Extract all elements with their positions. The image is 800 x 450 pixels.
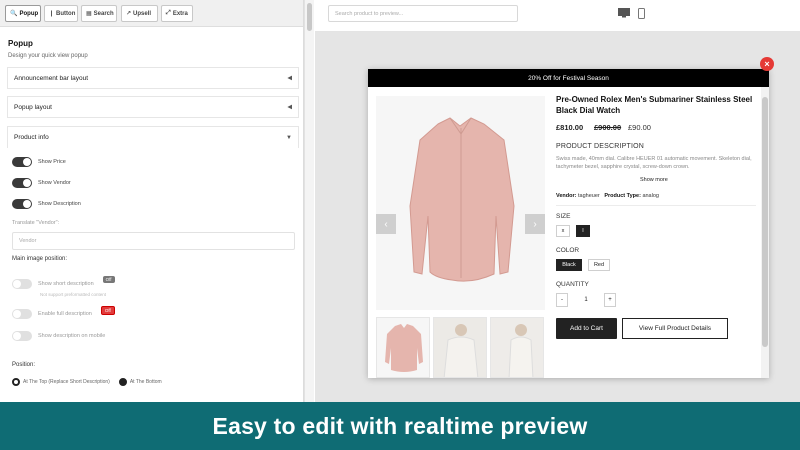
settings-panel: 🔍 Popup ❙ Button ▦ Search ↗ Upsell ⤢ Ext…: [0, 0, 304, 402]
chevron-left-icon: ‹: [384, 218, 388, 230]
accordion-product-info[interactable]: Product info ▼: [7, 126, 299, 148]
position-bottom-radio[interactable]: [118, 378, 127, 386]
promo-banner: Easy to edit with realtime preview: [0, 402, 800, 450]
toggle-short-description[interactable]: [12, 279, 32, 289]
toggle-show-price[interactable]: [12, 157, 32, 167]
color-label: COLOR: [556, 247, 580, 254]
product-title: Pre-Owned Rolex Men's Submariner Stainle…: [556, 95, 753, 115]
tab-search[interactable]: ▦ Search: [81, 5, 117, 22]
prev-image-button[interactable]: ‹: [376, 214, 396, 234]
search-input[interactable]: Search product to preview...: [328, 5, 518, 22]
product-save-amount: £90.00: [628, 123, 651, 132]
short-description-badge: Off: [102, 275, 115, 283]
translate-vendor-input[interactable]: Vendor: [12, 232, 295, 250]
popup-scrollbar[interactable]: [761, 87, 769, 378]
position-options: At The Top (Replace Short Description) A…: [12, 378, 162, 386]
short-description-note: Not support preformatted content: [40, 292, 107, 297]
mobile-icon[interactable]: [638, 8, 645, 19]
vendor-info: Vendor: tagheuer Product Type: analog: [556, 193, 659, 199]
next-image-button[interactable]: ›: [525, 214, 545, 234]
chevron-right-icon: ›: [533, 218, 537, 230]
product-main-image: ‹ ›: [376, 96, 545, 310]
toggle-show-vendor[interactable]: [12, 178, 32, 188]
section-subtitle: Design your quick view popup: [8, 53, 88, 59]
tabs-bar: 🔍 Popup ❙ Button ▦ Search ↗ Upsell ⤢ Ext…: [0, 0, 303, 27]
thumbnail-3[interactable]: [490, 317, 544, 378]
preview-toolbar: Search product to preview...: [315, 0, 800, 32]
description-text: Swiss made, 40mm dial. Calibre HEUER 01 …: [556, 156, 752, 170]
shirt-image: [376, 96, 545, 310]
mobile-description-row: Show description on mobile: [12, 331, 105, 341]
size-option-l[interactable]: l: [576, 225, 590, 237]
position-top-radio[interactable]: [12, 378, 20, 386]
chevron-left-icon: ◀: [287, 104, 292, 111]
quantity-label: QUANTITY: [556, 281, 589, 288]
accordion-popup-layout[interactable]: Popup layout ◀: [7, 96, 299, 118]
toggle-show-price-row: Show Price: [12, 157, 66, 167]
position-label: Position:: [12, 362, 36, 368]
announcement-bar: 20% Off for Festival Season: [368, 69, 769, 87]
show-more-link[interactable]: Show more: [640, 177, 668, 183]
add-to-cart-button[interactable]: Add to Cart: [556, 318, 617, 339]
section-title: Popup: [8, 39, 33, 48]
toggle-show-description-row: Show Description: [12, 199, 81, 209]
view-full-details-button[interactable]: View Full Product Details: [622, 318, 728, 339]
chevron-down-icon: ▼: [286, 134, 292, 141]
full-description-badge: Off: [100, 305, 115, 315]
desktop-icon[interactable]: [618, 8, 630, 18]
search-icon: 🔍: [10, 11, 18, 17]
quantity-plus-button[interactable]: +: [604, 293, 616, 307]
divider: [556, 205, 756, 206]
quick-view-popup: 20% Off for Festival Season ‹ › Pre-Owne…: [368, 69, 769, 378]
full-description-row: Enable full description Off: [12, 305, 115, 319]
banner-text: Easy to edit with realtime preview: [212, 412, 588, 439]
tab-popup[interactable]: 🔍 Popup: [5, 5, 41, 22]
grid-icon: ▦: [86, 11, 92, 17]
description-heading: PRODUCT DESCRIPTION: [556, 143, 645, 150]
color-option-red[interactable]: Red: [588, 259, 610, 271]
tab-extra[interactable]: ⤢ Extra: [161, 5, 193, 22]
thumbnail-model-image: [434, 318, 486, 377]
toggle-show-vendor-row: Show Vendor: [12, 178, 71, 188]
popup-scrollbar-thumb[interactable]: [762, 97, 768, 347]
tab-upsell[interactable]: ↗ Upsell: [121, 5, 158, 22]
color-option-black[interactable]: Black: [556, 259, 582, 271]
close-icon[interactable]: ×: [760, 57, 774, 71]
expand-icon: ⤢: [166, 10, 171, 16]
chevron-left-icon: ◀: [287, 75, 292, 82]
size-option-x[interactable]: x: [556, 225, 570, 237]
toggle-show-description[interactable]: [12, 199, 32, 209]
thumbnail-model-side-image: [491, 318, 543, 377]
translate-vendor-label: Translate "Vendor":: [12, 220, 60, 226]
quantity-input[interactable]: 1: [570, 293, 602, 307]
toggle-full-description[interactable]: [12, 309, 32, 319]
product-old-price: £900.00: [594, 123, 622, 132]
thumbnail-shirt-image: [377, 318, 429, 377]
product-price: £810.00: [556, 123, 584, 132]
short-description-row: Show short description Off: [12, 275, 115, 289]
size-label: SIZE: [556, 213, 571, 220]
settings-scrollbar[interactable]: [304, 0, 314, 402]
toggle-mobile-description[interactable]: [12, 331, 32, 341]
thumbnail-2[interactable]: [433, 317, 487, 378]
tab-button[interactable]: ❙ Button: [44, 5, 78, 22]
scrollbar-thumb[interactable]: [307, 3, 312, 31]
quantity-minus-button[interactable]: -: [556, 293, 568, 307]
thumbnail-1[interactable]: [376, 317, 430, 378]
main-image-position-label: Main image position:: [12, 256, 68, 262]
pin-icon: ❙: [49, 11, 55, 17]
accordion-announcement[interactable]: Announcement bar layout ◀: [7, 67, 299, 89]
chart-icon: ↗: [126, 11, 132, 17]
